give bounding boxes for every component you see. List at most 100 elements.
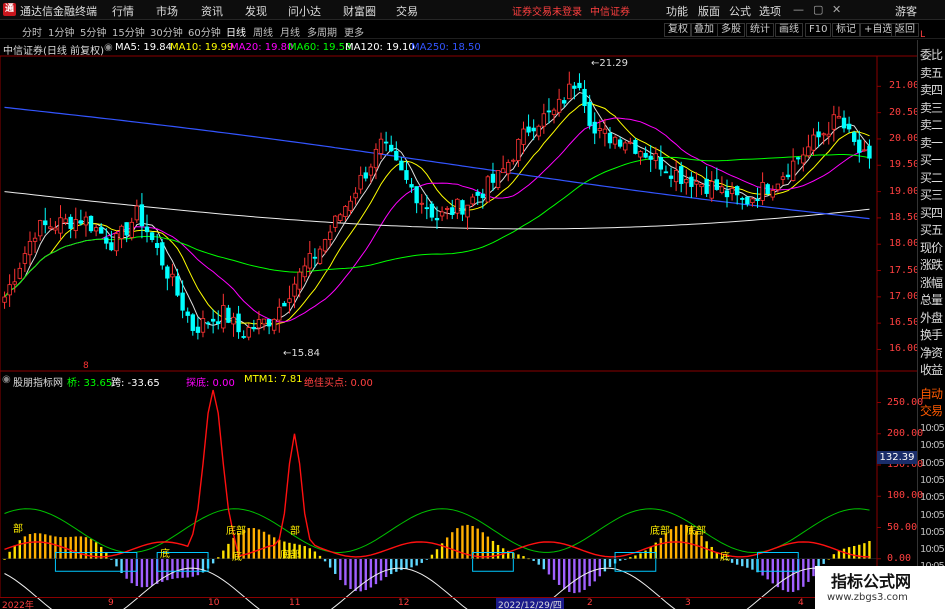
side-panel-item[interactable]: 10:05 <box>920 440 945 451</box>
gear-icon[interactable]: ◉ <box>2 374 11 385</box>
menu-caifuquan[interactable]: 财富圈 <box>343 3 376 19</box>
menu-xuanxiang[interactable]: 选项 <box>759 3 781 19</box>
candle-body <box>841 117 847 129</box>
menu-shichang[interactable]: 市场 <box>156 3 178 19</box>
side-panel-item[interactable]: 10:05 <box>920 544 945 555</box>
back-button[interactable]: 返回 <box>891 23 919 37</box>
ma20-label: MA20: 19.80 <box>230 42 294 53</box>
period-more[interactable]: 更多 <box>344 24 364 39</box>
candle-body <box>633 139 638 154</box>
side-panel-item[interactable]: 买一 <box>920 151 943 168</box>
candle-body <box>785 174 791 178</box>
osc-bar <box>557 558 561 585</box>
period-1min[interactable]: 1分钟 <box>48 24 74 39</box>
diejia-button[interactable]: 叠加 <box>690 23 718 37</box>
fuquan-button[interactable]: 复权 <box>664 23 692 37</box>
side-panel-item[interactable]: 10:05 <box>920 527 945 538</box>
side-panel-item[interactable]: 涨跌 <box>920 256 943 273</box>
side-panel-item[interactable]: 现价 <box>920 239 943 256</box>
candle-body <box>322 239 328 252</box>
biaoji-button[interactable]: 标记 <box>832 23 860 37</box>
candle-body <box>790 160 796 181</box>
side-panel-item[interactable]: 卖四 <box>920 81 943 98</box>
osc-bar <box>537 558 540 565</box>
side-panel-item[interactable]: 10:05 <box>920 475 945 486</box>
period-15min[interactable]: 15分钟 <box>112 24 145 39</box>
osc-bar <box>267 534 271 559</box>
side-panel-item[interactable]: 卖二 <box>920 116 943 133</box>
settings-icon[interactable]: ◉ <box>104 42 113 53</box>
side-panel-item[interactable]: 换手 <box>920 326 943 343</box>
side-panel-item[interactable]: 交易 <box>920 402 943 419</box>
side-panel-item[interactable]: 外盘 <box>920 309 943 326</box>
side-panel-item[interactable]: 买三 <box>920 186 943 203</box>
period-weekly[interactable]: 周线 <box>253 24 273 39</box>
guest-user[interactable]: 游客 <box>895 3 917 19</box>
kline-chart[interactable] <box>0 0 945 609</box>
candles <box>2 71 872 341</box>
close-button[interactable]: ✕ <box>832 3 841 16</box>
x-label-12: 12 <box>398 598 410 608</box>
side-panel-item[interactable]: 总量 <box>920 291 943 308</box>
osc-bar <box>155 558 159 584</box>
osc-bar <box>430 554 434 559</box>
side-panel-item[interactable]: 卖一 <box>920 134 943 151</box>
tongji-button[interactable]: 统计 <box>746 23 774 37</box>
osc-bar <box>405 558 408 569</box>
side-panel-item[interactable]: 涨幅 <box>920 274 943 291</box>
side-panel-item[interactable]: 收益 <box>920 361 943 378</box>
side-panel-item[interactable]: 买五 <box>920 221 943 238</box>
menu-jiaoyi[interactable]: 交易 <box>396 3 418 19</box>
candle-body <box>760 181 765 201</box>
period-5min[interactable]: 5分钟 <box>80 24 106 39</box>
side-panel-item[interactable]: 10:05 <box>920 458 945 469</box>
period-multi[interactable]: 多周期 <box>307 24 337 39</box>
side-panel-item[interactable]: 净资 <box>920 344 943 361</box>
period-30min[interactable]: 30分钟 <box>150 24 183 39</box>
ind-span: 跨: -33.65 <box>111 378 160 389</box>
osc-bar <box>420 558 423 563</box>
candle-body <box>648 155 653 160</box>
menu-zixun[interactable]: 资讯 <box>201 3 223 19</box>
osc-bar <box>781 558 785 591</box>
ind-tick-label: 100.00 <box>887 490 924 502</box>
side-panel-item[interactable]: 卖五 <box>920 64 943 81</box>
f10-button[interactable]: F10 <box>805 23 832 37</box>
side-panel-item[interactable]: 委比 <box>920 46 943 63</box>
menu-wenxiaoda[interactable]: 问小达 <box>288 3 321 19</box>
menu-gongneng[interactable]: 功能 <box>666 3 688 19</box>
osc-bar <box>644 550 647 559</box>
period-60min[interactable]: 60分钟 <box>188 24 221 39</box>
candle-body <box>424 207 430 210</box>
side-panel-item[interactable]: 买二 <box>920 169 943 186</box>
side-panel-item[interactable]: 10:05 <box>920 510 945 521</box>
maximize-button[interactable]: ▢ <box>813 3 823 16</box>
osc-bar <box>496 544 500 559</box>
minimize-button[interactable]: — <box>793 3 804 16</box>
menu-gongshi[interactable]: 公式 <box>729 3 751 19</box>
side-panel-item[interactable]: 买四 <box>920 204 943 221</box>
osc-bar <box>471 525 474 559</box>
ind-buypoint: 绝佳买点: 0.00 <box>304 378 373 389</box>
period-daily[interactable]: 日线 <box>226 24 246 39</box>
side-panel-item[interactable]: 卖三 <box>920 99 943 116</box>
osc-bar <box>802 558 805 587</box>
candle-body <box>404 170 409 180</box>
osc-bar <box>191 558 194 577</box>
osc-bar <box>262 531 266 559</box>
side-panel-item[interactable]: 10:05 <box>920 423 945 434</box>
candle-body <box>623 142 628 151</box>
candle-body <box>862 149 867 152</box>
side-panel-item[interactable]: 自动 <box>920 385 943 402</box>
duogu-button[interactable]: 多股 <box>717 23 745 37</box>
candle-body <box>836 116 842 119</box>
menu-hangqing[interactable]: 行情 <box>112 3 134 19</box>
menu-faxian[interactable]: 发现 <box>245 3 267 19</box>
huaxian-button[interactable]: 画线 <box>775 23 803 37</box>
period-monthly[interactable]: 月线 <box>280 24 300 39</box>
side-panel-item[interactable]: 10:05 <box>920 492 945 503</box>
candle-body <box>541 113 547 127</box>
login-status[interactable]: 证券交易未登录 <box>512 3 582 18</box>
period-fenshi[interactable]: 分时 <box>22 24 42 39</box>
menu-banmian[interactable]: 版面 <box>698 3 720 19</box>
